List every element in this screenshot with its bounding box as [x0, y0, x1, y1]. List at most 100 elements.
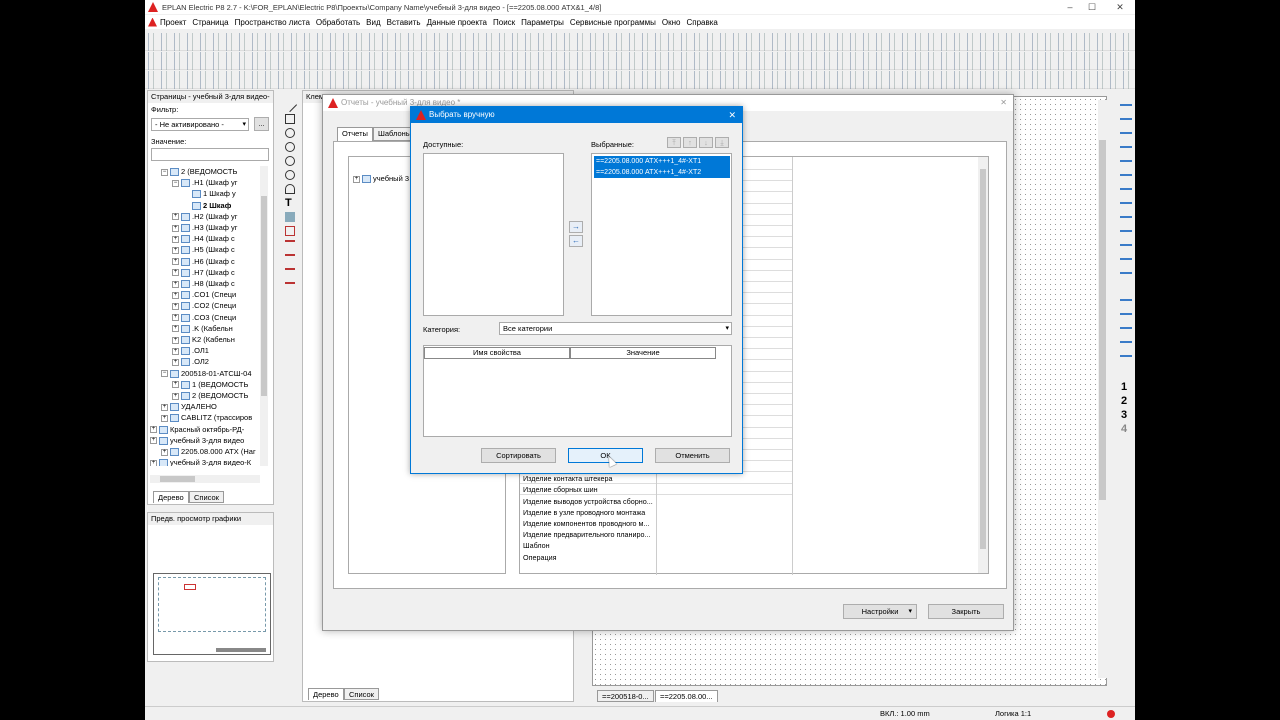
expand-icon[interactable]: − [161, 370, 168, 378]
property-row[interactable]: Шаблон [523, 540, 550, 551]
tree-item[interactable]: 2 Шкаф [183, 200, 231, 211]
toolbar-row-1[interactable] [145, 33, 1135, 51]
tree-item[interactable]: + учебный 3-для видео [150, 435, 244, 446]
expand-icon[interactable]: + [172, 224, 179, 232]
tree-item[interactable]: + .ОЛ1 [172, 345, 209, 356]
tree-item[interactable]: + .H7 (Шкаф с [172, 267, 235, 278]
move-left-button[interactable]: ← [569, 235, 583, 247]
expand-icon[interactable]: + [172, 347, 179, 355]
tree-item[interactable]: + учебный 3-для видео-К [150, 457, 251, 466]
cancel-button[interactable]: Отменить [655, 448, 730, 463]
close-dialog-button[interactable]: Закрыть [928, 604, 1004, 619]
tree-item[interactable]: +2 (ВЕДОМОСТЬ [172, 390, 248, 401]
expand-icon[interactable]: + [172, 291, 179, 299]
property-row[interactable]: Изделие сборных шин [523, 484, 598, 495]
property-row[interactable]: Изделие контакта штекера [523, 473, 612, 484]
expand-icon[interactable]: + [172, 213, 179, 221]
tab-tree-2[interactable]: Дерево [308, 688, 344, 700]
expand-icon[interactable]: + [172, 280, 179, 288]
value-input[interactable] [151, 148, 269, 161]
expand-icon[interactable]: + [161, 403, 168, 411]
menu-window[interactable]: Окно [659, 18, 684, 27]
menu-utilities[interactable]: Сервисные программы [567, 18, 659, 27]
selected-list[interactable]: ==2205.08.000 АТХ+++1_4#-XT1 ==2205.08.0… [591, 153, 732, 316]
filter-dropdown[interactable]: - Не активировано - ▾ [151, 118, 249, 131]
right-toolbar[interactable]: 1 2 3 4 [1117, 96, 1135, 436]
tree-item[interactable]: + УДАЛЕНО [161, 401, 217, 412]
property-row[interactable]: Изделие выводов устройства сборно... [523, 496, 653, 507]
menu-project[interactable]: Проект [157, 18, 189, 27]
tree-item[interactable]: − 2 (ВЕДОМОСТЬ [161, 166, 237, 177]
tree-item[interactable]: +1 (ВЕДОМОСТЬ [172, 379, 248, 390]
tree-item[interactable]: + .ОЛ2 [172, 356, 209, 367]
expand-icon[interactable]: + [353, 175, 360, 183]
tree-scrollbar[interactable] [260, 166, 268, 466]
expand-icon[interactable]: + [172, 392, 179, 400]
doc-tab-1[interactable]: ==200518-0... [597, 690, 654, 702]
tree-item[interactable]: 1 Шкаф у [183, 188, 236, 199]
col-header-name[interactable]: Имя свойства [424, 347, 570, 359]
expand-icon[interactable]: − [161, 168, 168, 176]
tab-list-2[interactable]: Список [344, 688, 379, 700]
expand-icon[interactable] [183, 202, 190, 209]
menu-search[interactable]: Поиск [490, 18, 518, 27]
expand-icon[interactable]: + [172, 314, 179, 322]
tree-item[interactable]: +2205.08.000 АТХ (Наг [161, 446, 256, 457]
tree-item[interactable]: − .H1 (Шкаф уг [172, 177, 237, 188]
tree-hscrollbar[interactable] [150, 475, 260, 483]
expand-icon[interactable]: + [172, 336, 179, 344]
expand-icon[interactable]: + [172, 325, 179, 333]
tree-item[interactable]: + .H2 (Шкаф уг [172, 211, 237, 222]
property-row[interactable]: Изделие компонентов проводного м... [523, 518, 650, 529]
app-menu-icon[interactable] [148, 17, 157, 27]
tree-item[interactable]: + .K (Кабельн [172, 323, 233, 334]
tab-tree[interactable]: Дерево [153, 491, 189, 503]
tree-item[interactable]: + CABLITZ (трассиров [161, 412, 252, 423]
tab-list[interactable]: Список [189, 491, 224, 503]
move-bottom-button[interactable]: ⤓ [715, 137, 729, 148]
tree-item[interactable]: + .H8 (Шкаф с [172, 278, 235, 289]
tree-item[interactable]: − 200518-01-АТСШ-04 [161, 368, 252, 379]
reports-tree-item[interactable]: + учебный 3 [353, 173, 409, 184]
expand-icon[interactable]: + [150, 426, 157, 434]
close-icon[interactable]: ✕ [728, 107, 736, 123]
canvas-vscrollbar[interactable] [1098, 100, 1107, 678]
tab-reports[interactable]: Отчеты [337, 127, 373, 141]
menu-options[interactable]: Параметры [518, 18, 567, 27]
property-row[interactable]: Изделие предварительного планиро... [523, 529, 651, 540]
tree-item[interactable]: + .CO3 (Специ [172, 312, 236, 323]
tree-item[interactable]: + .H5 (Шкаф с [172, 244, 235, 255]
move-top-button[interactable]: ⤒ [667, 137, 681, 148]
expand-icon[interactable]: + [150, 459, 157, 466]
expand-icon[interactable]: + [150, 437, 157, 445]
selected-list-item[interactable]: ==2205.08.000 АТХ+++1_4#-XT2 [594, 167, 730, 178]
menu-insert[interactable]: Вставить [384, 18, 424, 27]
tree-item[interactable]: + .H6 (Шкаф с [172, 256, 235, 267]
expand-icon[interactable] [183, 191, 190, 198]
menu-edit[interactable]: Обработать [313, 18, 363, 27]
settings-button[interactable]: Настройки ▾ [843, 604, 917, 619]
pages-tree[interactable]: −2 (ВЕДОМОСТЬ − .H1 (Шкаф уг 1 Шкаф у2 Шкаф… [150, 166, 258, 466]
move-up-button[interactable]: ↑ [683, 137, 697, 148]
tree-item[interactable]: + .H4 (Шкаф с [172, 233, 235, 244]
tree-item[interactable]: + K2 (Кабельн [172, 334, 235, 345]
tree-item[interactable]: + .H3 (Шкаф уг [172, 222, 237, 233]
property-row[interactable]: Операция [523, 552, 557, 563]
expand-icon[interactable]: + [161, 448, 168, 456]
number-2-button[interactable]: 2 [1121, 395, 1127, 407]
toolbar-row-2[interactable] [145, 52, 1135, 70]
property-table[interactable]: Имя свойства Значение [423, 345, 732, 437]
tree-item[interactable]: + .CO1 (Специ [172, 289, 236, 300]
number-3-button[interactable]: 3 [1121, 409, 1127, 421]
available-list[interactable] [423, 153, 564, 316]
minimize-button[interactable]: – [1060, 0, 1080, 14]
number-1-button[interactable]: 1 [1121, 381, 1127, 393]
menu-page[interactable]: Страница [189, 18, 231, 27]
expand-icon[interactable]: + [172, 302, 179, 310]
properties-vscrollbar[interactable] [978, 157, 988, 573]
menu-layout-space[interactable]: Пространство листа [232, 18, 313, 27]
close-icon[interactable]: ✕ [1000, 95, 1007, 111]
close-button[interactable]: ✕ [1110, 0, 1130, 14]
move-down-button[interactable]: ↓ [699, 137, 713, 148]
expand-icon[interactable]: − [172, 179, 179, 187]
